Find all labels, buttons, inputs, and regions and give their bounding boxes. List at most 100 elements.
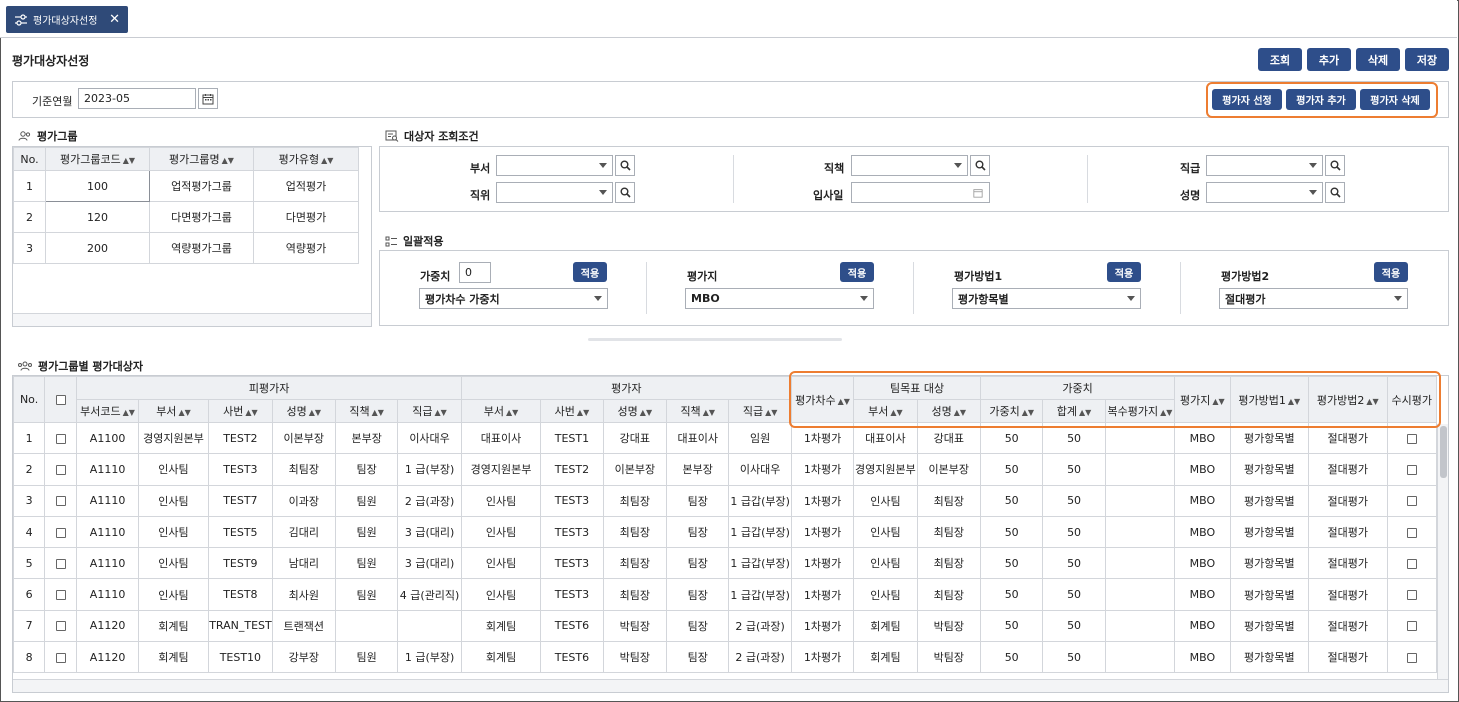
cell-name[interactable]: 최팀장: [271, 453, 336, 486]
table-row[interactable]: 4 A1110 인사팀 TEST5 김대리 팀원 3 급(대리) 인사팀 TEST3 최팀장 팀장 1…: [13, 515, 1437, 549]
adhoc-checkbox[interactable]: [1406, 464, 1417, 475]
adhoc-checkbox[interactable]: [1406, 433, 1417, 444]
col-duty[interactable]: 직책 ▲▼: [334, 399, 399, 423]
col-tg-dept[interactable]: 부서 ▲▼: [853, 399, 918, 423]
cell-tg-name[interactable]: 박팀장: [916, 641, 982, 674]
cell-total[interactable]: 50: [1042, 578, 1106, 611]
cell-tg-name[interactable]: 최팀장: [916, 484, 982, 517]
cell-method1[interactable]: 평가항목별: [1229, 641, 1310, 674]
cell-dept[interactable]: 경영지원본부: [137, 421, 210, 455]
duty-select[interactable]: [851, 155, 968, 176]
cell-tg-dept[interactable]: 대표이사: [853, 421, 918, 455]
cell-duty[interactable]: 본부장: [334, 421, 399, 455]
cell-dept-code[interactable]: A1120: [76, 641, 139, 674]
cell-ev-dept[interactable]: 경영지원본부: [460, 453, 542, 486]
cell-weight[interactable]: 50: [979, 641, 1044, 674]
cell-method1[interactable]: 평가항목별: [1229, 515, 1310, 549]
duty-search-button[interactable]: [970, 155, 990, 176]
col-weight[interactable]: 가중치 ▲▼: [979, 399, 1044, 423]
cell-tg-dept[interactable]: 인사팀: [853, 547, 918, 580]
row-checkbox[interactable]: [55, 464, 66, 475]
close-icon[interactable]: ✕: [109, 13, 120, 26]
cell-dept[interactable]: 인사팀: [137, 547, 210, 580]
col-ev-name[interactable]: 성명 ▲▼: [602, 399, 668, 423]
cell-sheet[interactable]: MBO: [1174, 547, 1231, 580]
cell-round[interactable]: 1차평가: [790, 515, 855, 549]
cell-name[interactable]: 최사원: [271, 578, 336, 611]
cell-weight[interactable]: 50: [979, 421, 1044, 455]
cell-duty[interactable]: 팀장: [334, 453, 399, 486]
row-checkbox[interactable]: [55, 433, 66, 444]
table-row[interactable]: 1 A1100 경영지원본부 TEST2 이본부장 본부장 이사대우 대표이사 TEST1 강대표…: [13, 421, 1437, 455]
cell-emp-no[interactable]: TEST9: [208, 547, 273, 580]
cell-multi[interactable]: [1104, 515, 1176, 549]
weight-type-select[interactable]: 평가차수 가중치: [419, 288, 608, 309]
cell-method2[interactable]: 절대평가: [1308, 421, 1388, 455]
adhoc-checkbox[interactable]: [1406, 558, 1417, 569]
horizontal-scrollbar[interactable]: [13, 679, 1448, 692]
cell-method1[interactable]: 평가항목별: [1229, 453, 1310, 486]
cell-ev-name[interactable]: 최팀장: [602, 547, 668, 580]
checkbox[interactable]: [55, 395, 66, 405]
cell-emp-no[interactable]: TEST8: [208, 578, 273, 611]
cell-grade[interactable]: 1 급(부장): [397, 453, 462, 486]
cell-dept[interactable]: 회계팀: [137, 641, 210, 674]
col-dept[interactable]: 부서 ▲▼: [137, 399, 210, 423]
cell-emp-no[interactable]: TEST2: [208, 421, 273, 455]
cell-ev-name[interactable]: 이본부장: [602, 453, 668, 486]
cell-ev-dept[interactable]: 인사팀: [460, 484, 542, 517]
select-all-checkbox[interactable]: [44, 376, 78, 423]
cell-dept[interactable]: 인사팀: [137, 578, 210, 611]
horizontal-scrollbar[interactable]: [13, 313, 371, 326]
weight-input[interactable]: 0: [459, 262, 491, 283]
cell-total[interactable]: 50: [1042, 484, 1106, 517]
cell-no[interactable]: 3: [13, 484, 46, 517]
evaluator-add-button[interactable]: 평가자 추가: [1286, 89, 1356, 110]
cell-weight[interactable]: 50: [979, 515, 1044, 549]
cell-dept-code[interactable]: A1110: [76, 515, 139, 549]
col-emp-no[interactable]: 사번 ▲▼: [208, 399, 273, 423]
cell-ev-emp-no[interactable]: TEST3: [540, 515, 604, 549]
cell-ev-duty[interactable]: 팀장: [666, 515, 730, 549]
cell-duty[interactable]: 팀원: [334, 547, 399, 580]
cell-total[interactable]: 50: [1042, 453, 1106, 486]
cell-grade[interactable]: 2 급(과장): [397, 484, 462, 517]
grade-select[interactable]: [1206, 155, 1323, 176]
cell-round[interactable]: 1차평가: [790, 609, 855, 643]
col-group-code[interactable]: 평가그룹코드 ▲▼: [45, 147, 150, 171]
table-row[interactable]: 5 A1110 인사팀 TEST9 남대리 팀원 3 급(대리) 인사팀 TEST3 최팀장 팀장 1…: [13, 547, 1437, 580]
table-row[interactable]: 1 100 업적평가그룹 업적평가: [13, 170, 359, 202]
splitter-handle[interactable]: [588, 338, 842, 341]
cell-weight[interactable]: 50: [979, 453, 1044, 486]
cell-name[interactable]: 이과장: [271, 484, 336, 517]
scrollbar-thumb[interactable]: [1439, 426, 1447, 478]
cell-grade[interactable]: 4 급(관리직): [397, 578, 462, 611]
cell-method2[interactable]: 절대평가: [1308, 547, 1388, 580]
cell-no[interactable]: 6: [13, 578, 46, 611]
cell-dept-code[interactable]: A1110: [76, 453, 139, 486]
cell-ev-grade[interactable]: 1 급갑(부장): [728, 578, 792, 611]
evaluator-select[interactable]: MBO: [685, 288, 874, 309]
cell-sheet[interactable]: MBO: [1174, 578, 1231, 611]
adhoc-checkbox[interactable]: [1406, 621, 1417, 632]
name-search-button[interactable]: [1325, 182, 1345, 203]
cell-ev-emp-no[interactable]: TEST1: [540, 421, 604, 455]
cell-dept-code[interactable]: A1110: [76, 578, 139, 611]
cell-tg-name[interactable]: 박팀장: [916, 609, 982, 643]
cell-sheet[interactable]: MBO: [1174, 453, 1231, 486]
cell-grade[interactable]: [397, 609, 462, 643]
cell-tg-dept[interactable]: 인사팀: [853, 515, 918, 549]
cell-multi[interactable]: [1104, 578, 1176, 611]
cell-ev-duty[interactable]: 팀장: [666, 578, 730, 611]
cell-duty[interactable]: 팀원: [334, 484, 399, 517]
cell-method2[interactable]: 절대평가: [1308, 641, 1388, 674]
row-checkbox[interactable]: [55, 590, 66, 601]
col-ev-duty[interactable]: 직책 ▲▼: [666, 399, 730, 423]
table-row[interactable]: 2 120 다면평가그룹 다면평가: [13, 201, 359, 233]
col-group-name[interactable]: 평가그룹명 ▲▼: [149, 147, 254, 171]
cell-tg-name[interactable]: 이본부장: [916, 453, 982, 486]
cell-ev-emp-no[interactable]: TEST3: [540, 547, 604, 580]
cell-duty[interactable]: [334, 609, 399, 643]
cell-total[interactable]: 50: [1042, 609, 1106, 643]
cell-duty[interactable]: 팀원: [334, 578, 399, 611]
